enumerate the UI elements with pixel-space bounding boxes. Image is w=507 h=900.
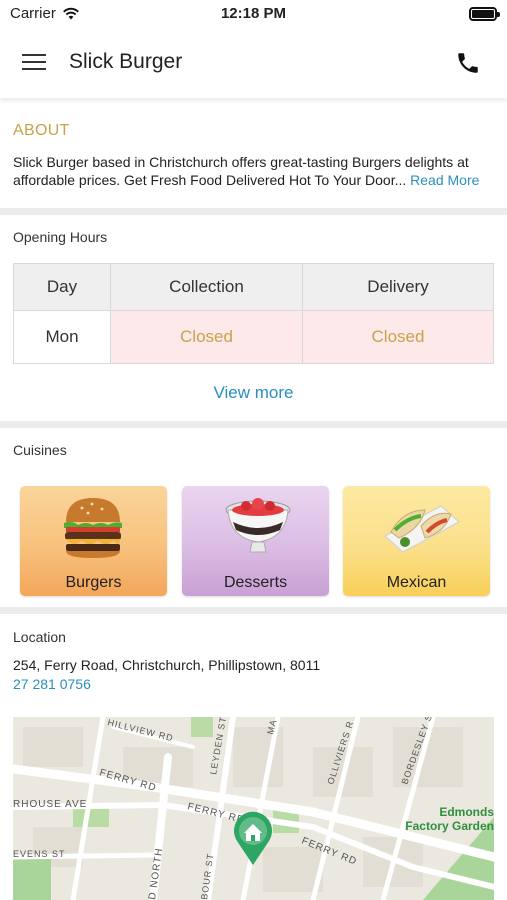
about-description: Slick Burger based in Christchurch offer… <box>13 153 498 189</box>
map-park-label-2: Factory Garden <box>405 819 494 833</box>
status-time: 12:18 PM <box>220 5 287 22</box>
about-text-line-2: affordable prices. Get Fresh Food Delive… <box>13 171 498 189</box>
section-divider <box>0 421 507 428</box>
table-row: Mon Closed Closed <box>14 311 493 363</box>
page-title: Slick Burger <box>69 50 183 73</box>
column-header-collection: Collection <box>110 264 302 310</box>
about-text-line-1: Slick Burger based in Christchurch offer… <box>13 154 469 170</box>
cuisines-title: Cuisines <box>13 442 67 458</box>
section-divider <box>0 607 507 614</box>
phone-number-link[interactable]: 27 281 0756 <box>13 676 91 692</box>
read-more-link[interactable]: Read More <box>410 172 479 188</box>
location-map[interactable]: HILLVIEW RD FERRY RD RHOUSE AVE FERRY RD… <box>13 717 494 900</box>
location-title: Location <box>13 629 66 645</box>
cuisine-name: Desserts <box>223 574 288 591</box>
map-label-house-ave: RHOUSE AVE <box>13 799 87 810</box>
delivery-status-cell: Closed <box>302 311 493 363</box>
table-header-row: Day Collection Delivery <box>14 264 493 311</box>
map-label-evens: EVENS ST <box>13 849 66 859</box>
day-cell: Mon <box>45 327 79 346</box>
map-park-label-1: Edmonds <box>439 805 494 819</box>
burger-icon <box>64 498 122 558</box>
column-header-day: Day <box>46 277 78 296</box>
map-canvas: HILLVIEW RD FERRY RD RHOUSE AVE FERRY RD… <box>13 717 494 900</box>
cuisine-card-mexican[interactable]: Mexican <box>343 486 490 596</box>
taco-icon <box>384 505 460 553</box>
about-title: ABOUT <box>13 122 70 139</box>
cuisine-name: Burgers <box>65 574 122 591</box>
address-text: 254, Ferry Road, Christchurch, Phillipst… <box>13 657 321 673</box>
collection-status-cell: Closed <box>110 311 302 363</box>
about-text-line-2-body: affordable prices. Get Fresh Food Delive… <box>13 172 407 188</box>
opening-hours-table: Day Collection Delivery Mon Closed Close… <box>13 263 494 364</box>
phone-icon[interactable] <box>455 50 481 76</box>
section-divider <box>0 208 507 215</box>
cuisine-card-burgers[interactable]: Burgers <box>20 486 167 596</box>
status-bar: Carrier 12:18 PM <box>0 0 507 28</box>
column-header-delivery: Delivery <box>302 264 493 310</box>
view-more-link[interactable]: View more <box>0 383 507 403</box>
battery-icon <box>469 7 500 21</box>
cuisine-name: Mexican <box>386 574 447 591</box>
opening-hours-title: Opening Hours <box>13 229 108 245</box>
app-header: Slick Burger <box>0 28 507 98</box>
hamburger-menu-icon[interactable] <box>22 53 48 73</box>
cuisine-card-desserts[interactable]: Desserts <box>182 486 329 596</box>
dessert-bowl-icon <box>225 498 291 553</box>
